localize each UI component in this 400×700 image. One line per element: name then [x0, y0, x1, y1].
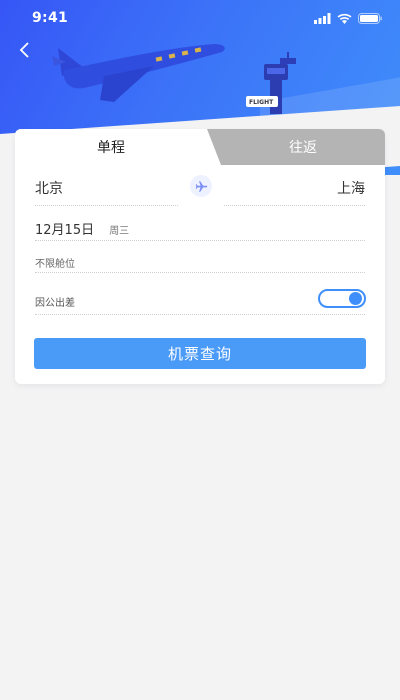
status-time: 9:41 — [32, 10, 69, 26]
business-trip-row: 因公出差 — [35, 289, 366, 311]
status-icons — [314, 12, 382, 24]
flight-search-card: 单程 往返 北京 上海 12月15日 周三 不限舱位 因公出差 机票查询 — [15, 129, 385, 384]
tab-one-way[interactable]: 单程 — [15, 129, 221, 165]
back-button[interactable] — [12, 38, 36, 62]
search-flights-button[interactable]: 机票查询 — [34, 338, 366, 369]
battery-icon — [358, 12, 382, 24]
trip-type-tabs: 单程 往返 — [15, 129, 385, 165]
departure-date: 12月15日 — [35, 223, 95, 238]
date-selector[interactable]: 12月15日 周三 — [35, 219, 129, 239]
departure-city[interactable]: 北京 — [35, 178, 63, 198]
business-trip-toggle[interactable] — [318, 289, 366, 308]
divider — [35, 205, 178, 206]
cabin-class-selector[interactable]: 不限舱位 — [35, 255, 75, 270]
signal-icon — [314, 12, 331, 24]
divider — [35, 272, 365, 273]
swap-cities-button[interactable] — [190, 175, 212, 197]
chevron-left-icon — [19, 42, 29, 58]
airplane-illustration — [52, 44, 225, 102]
divider — [35, 240, 365, 241]
route-selector: 北京 上海 — [35, 175, 365, 205]
divider — [224, 205, 365, 206]
control-tower-illustration — [246, 52, 296, 114]
divider — [35, 314, 365, 315]
wifi-icon — [337, 13, 352, 24]
business-trip-label: 因公出差 — [35, 298, 75, 309]
status-bar: 9:41 — [0, 0, 400, 36]
plane-icon — [195, 180, 207, 192]
flight-sign-label: FLIGHT — [249, 99, 274, 106]
arrival-city[interactable]: 上海 — [337, 178, 365, 198]
departure-weekday: 周三 — [109, 226, 130, 237]
tab-round-trip[interactable]: 往返 — [221, 129, 385, 165]
toggle-knob — [349, 292, 362, 305]
